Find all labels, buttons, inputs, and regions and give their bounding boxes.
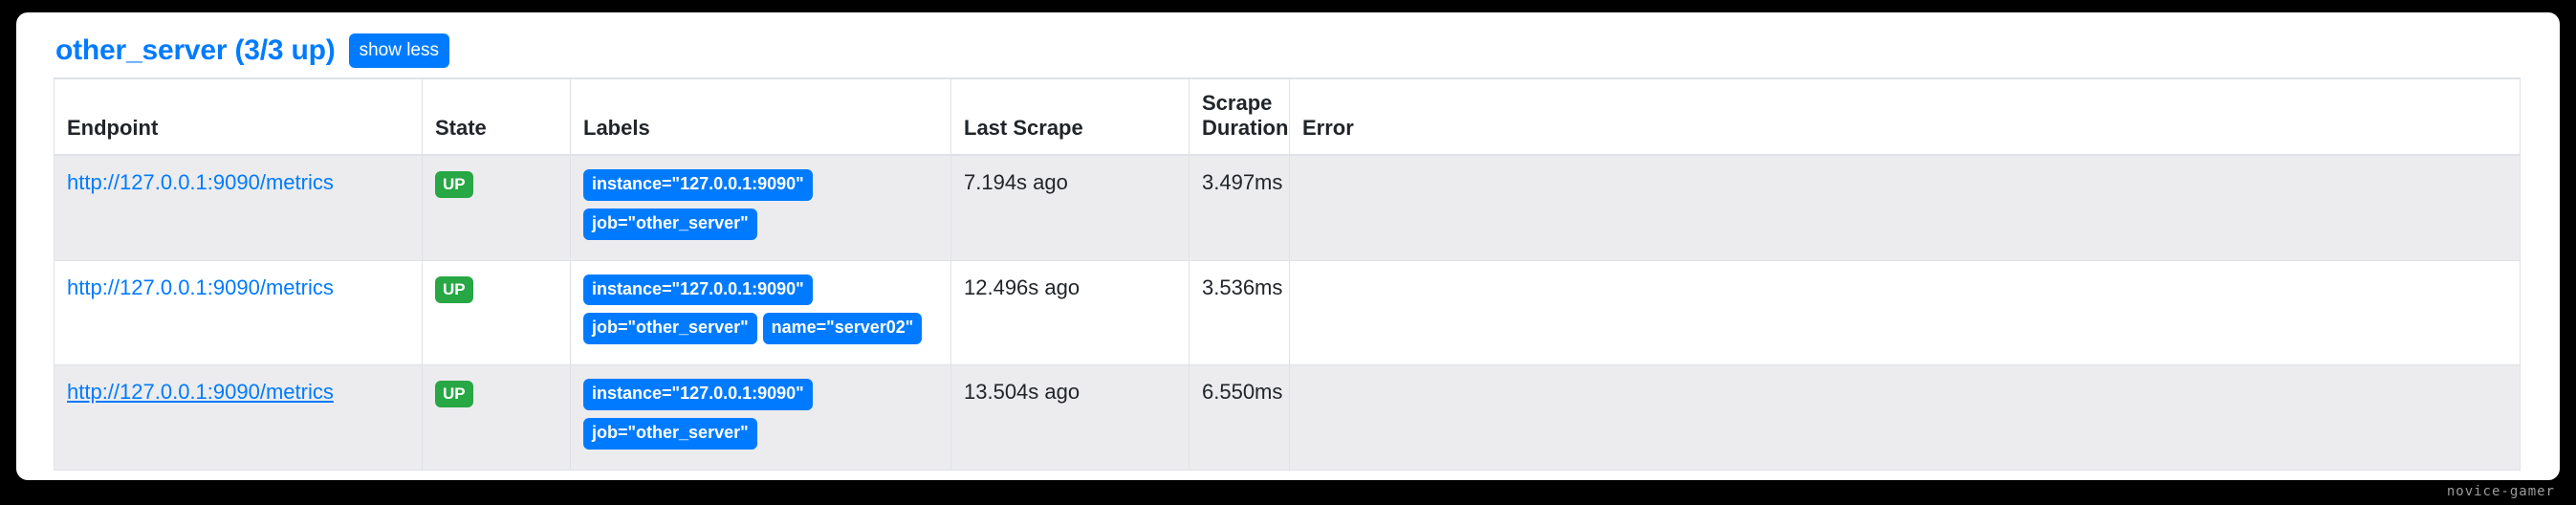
targets-table-head: Endpoint State Labels Last Scrape Scrape…	[54, 77, 2521, 156]
status-badge: UP	[435, 381, 473, 408]
job-card-header: other_server (3/3 up) show less	[16, 12, 2560, 77]
cell-error	[1289, 260, 2521, 366]
cell-last-scrape: 7.194s ago	[950, 155, 1190, 261]
table-row: http://127.0.0.1:9090/metrics UP instance=…	[54, 364, 2521, 471]
job-title[interactable]: other_server (3/3 up)	[55, 34, 336, 67]
status-badge: UP	[435, 171, 473, 198]
targets-table-container: Endpoint State Labels Last Scrape Scrape…	[16, 77, 2560, 471]
table-row: http://127.0.0.1:9090/metrics UP instance=…	[54, 155, 2521, 261]
cell-scrape-duration: 6.550ms	[1189, 364, 1290, 471]
cell-state: UP	[422, 364, 571, 471]
targets-table-body: http://127.0.0.1:9090/metrics UP instance=…	[54, 155, 2521, 471]
column-header-endpoint: Endpoint	[54, 77, 423, 156]
cell-last-scrape: 13.504s ago	[950, 364, 1190, 471]
table-header-row: Endpoint State Labels Last Scrape Scrape…	[54, 77, 2521, 156]
show-less-button[interactable]: show less	[348, 33, 449, 68]
label-badge: job="other_server"	[583, 208, 757, 240]
cell-endpoint: http://127.0.0.1:9090/metrics	[54, 260, 423, 366]
column-header-last-scrape: Last Scrape	[950, 77, 1190, 156]
cell-error	[1289, 155, 2521, 261]
job-card: other_server (3/3 up) show less Endpoint…	[16, 12, 2560, 480]
watermark: novice-gamer	[2446, 484, 2555, 499]
cell-scrape-duration: 3.536ms	[1189, 260, 1290, 366]
label-badge: job="other_server"	[583, 313, 757, 345]
cell-state: UP	[422, 260, 571, 366]
cell-labels: instance="127.0.0.1:9090" job="other_serv…	[570, 364, 951, 471]
status-badge: UP	[435, 275, 473, 303]
column-header-scrape-duration: Scrape Duration	[1189, 77, 1290, 156]
endpoint-link[interactable]: http://127.0.0.1:9090/metrics	[67, 380, 334, 404]
label-badge: job="other_server"	[583, 417, 757, 450]
targets-table: Endpoint State Labels Last Scrape Scrape…	[54, 77, 2521, 471]
endpoint-link[interactable]: http://127.0.0.1:9090/metrics	[67, 170, 334, 194]
table-row: http://127.0.0.1:9090/metrics UP instance=…	[54, 260, 2521, 366]
cell-scrape-duration: 3.497ms	[1189, 155, 1290, 261]
cell-error	[1289, 364, 2521, 471]
cell-state: UP	[422, 155, 571, 261]
cell-endpoint: http://127.0.0.1:9090/metrics	[54, 364, 423, 471]
cell-last-scrape: 12.496s ago	[950, 260, 1190, 366]
column-header-error: Error	[1289, 77, 2521, 156]
label-badge: instance="127.0.0.1:9090"	[583, 379, 813, 410]
label-badge: instance="127.0.0.1:9090"	[583, 169, 813, 201]
cell-labels: instance="127.0.0.1:9090" job="other_serv…	[570, 260, 951, 366]
cell-labels: instance="127.0.0.1:9090" job="other_serv…	[570, 155, 951, 261]
endpoint-link[interactable]: http://127.0.0.1:9090/metrics	[67, 275, 334, 299]
column-header-labels: Labels	[570, 77, 951, 156]
cell-endpoint: http://127.0.0.1:9090/metrics	[54, 155, 423, 261]
label-badge: name="server02"	[762, 313, 923, 345]
column-header-state: State	[422, 77, 571, 156]
label-badge: instance="127.0.0.1:9090"	[583, 274, 813, 306]
